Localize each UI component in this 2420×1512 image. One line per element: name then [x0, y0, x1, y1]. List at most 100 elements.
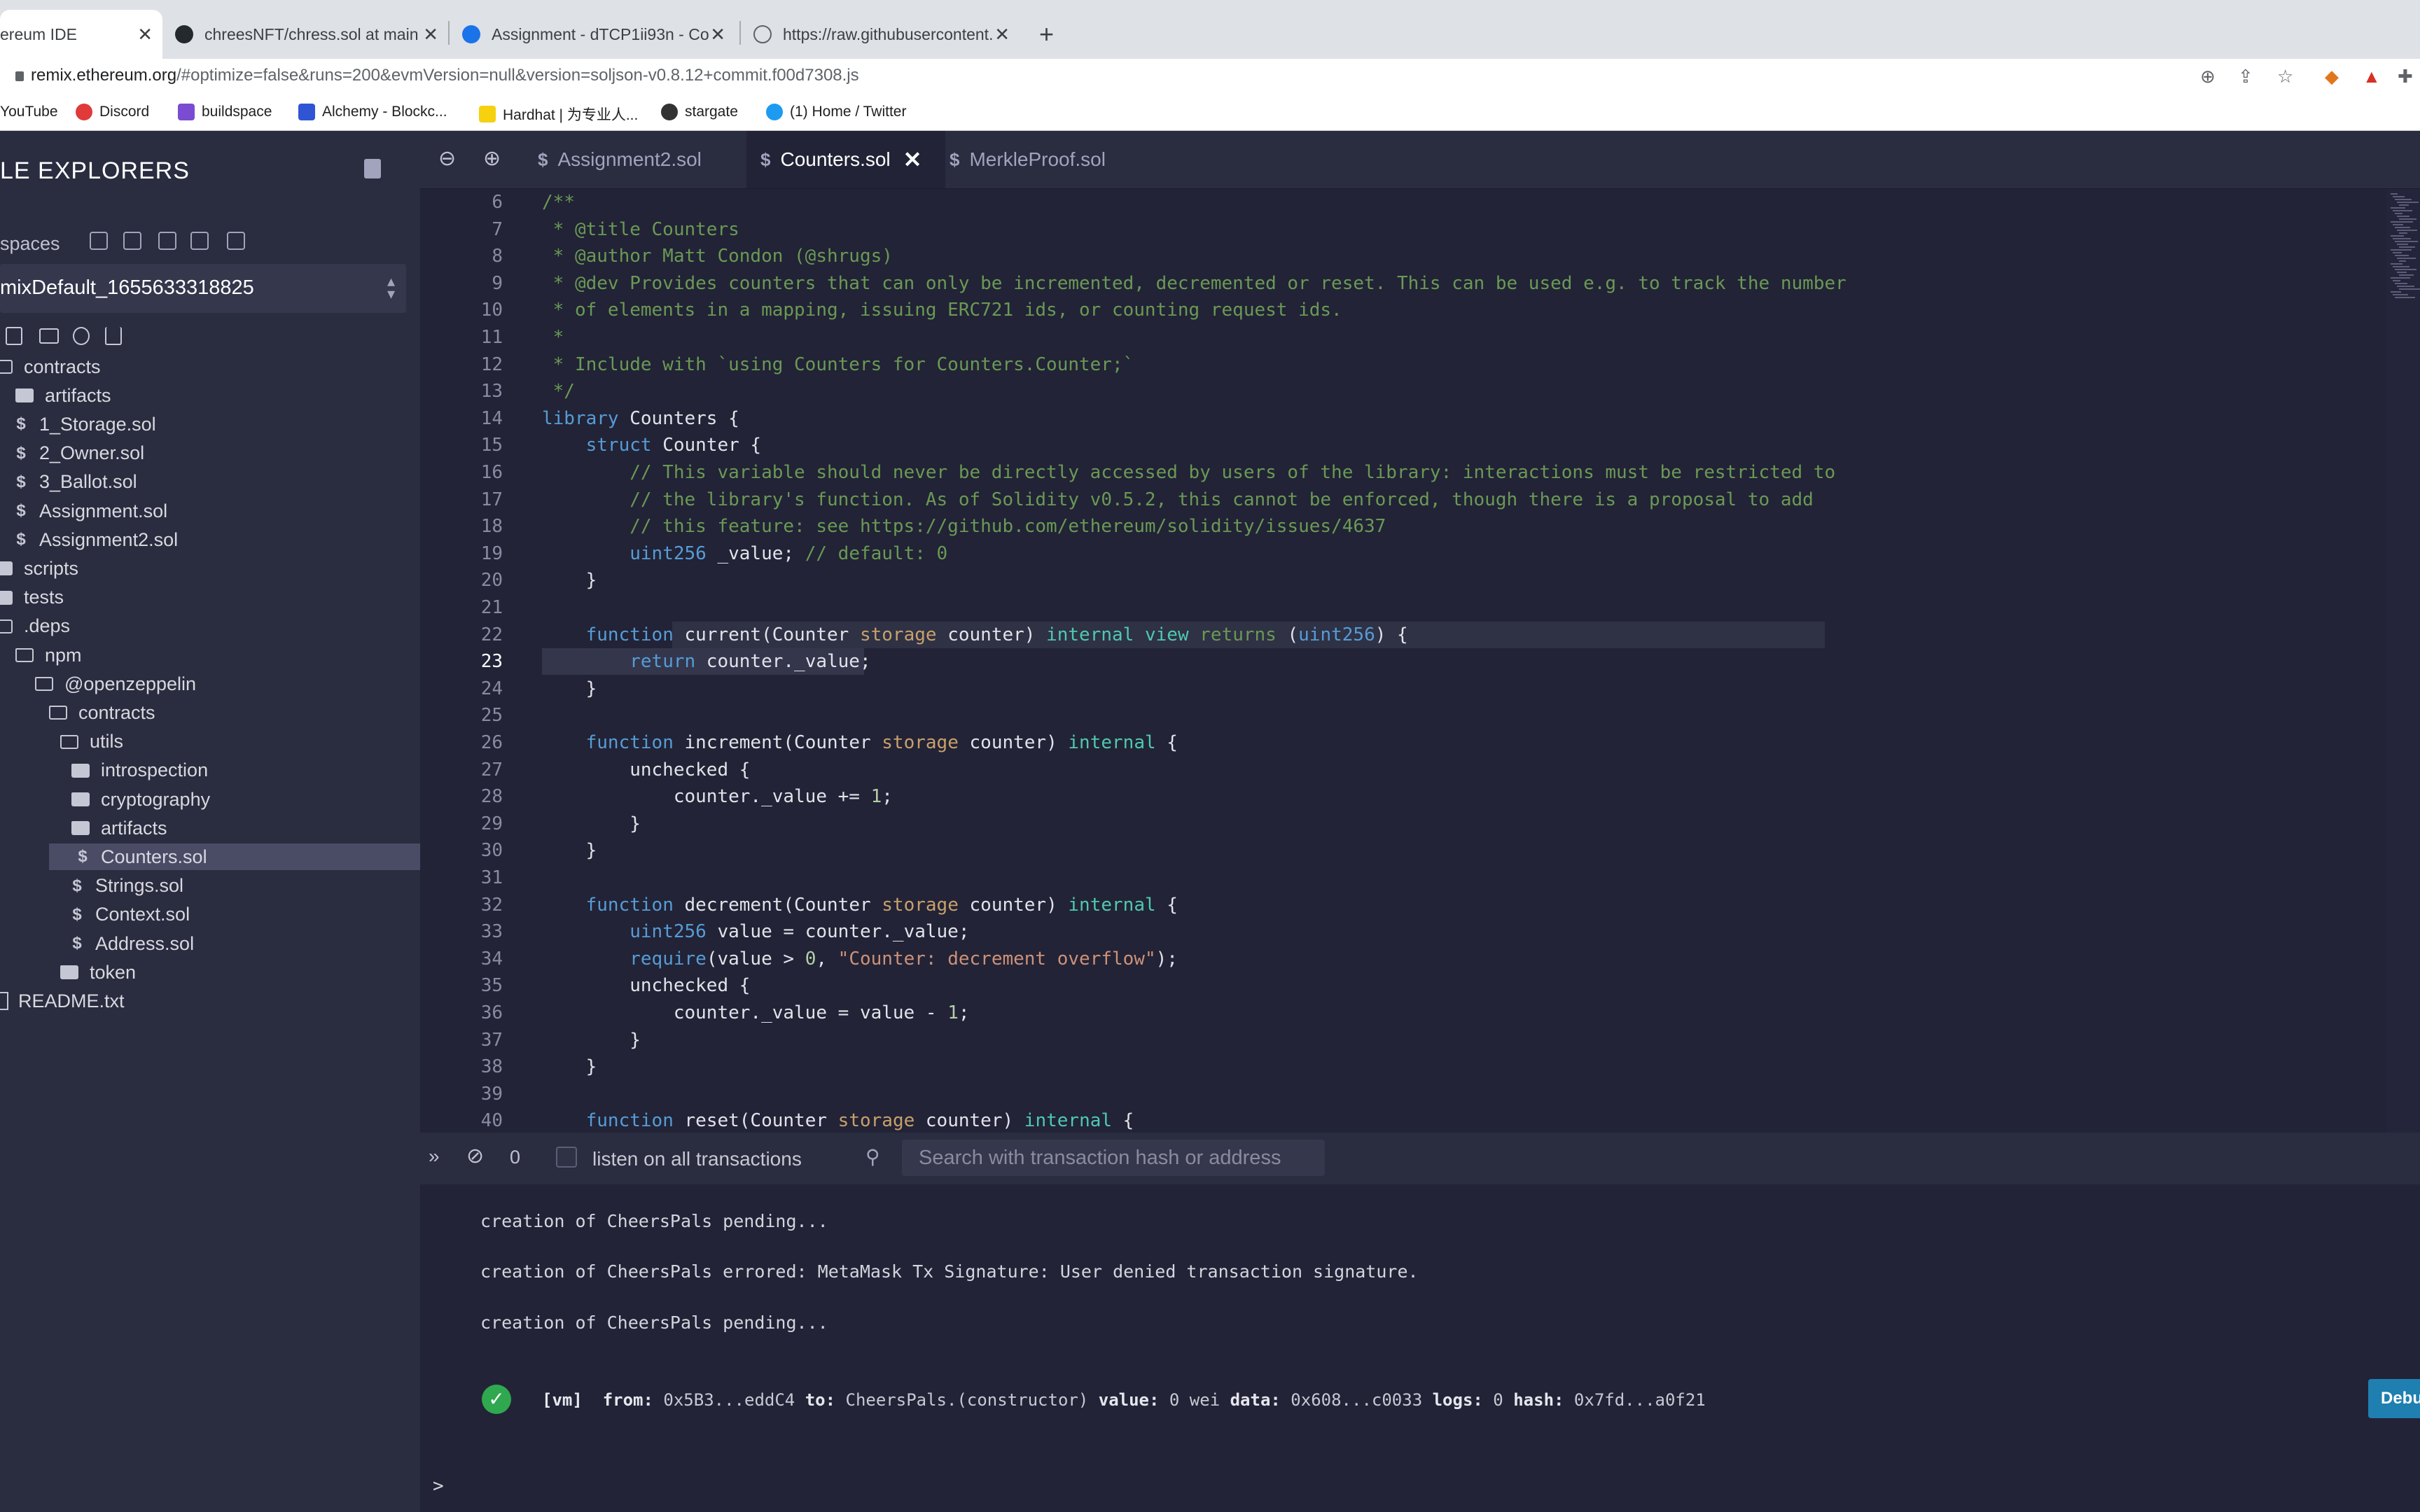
- panel-title: LE EXPLORERS: [0, 158, 190, 184]
- tree-item-1-storage-sol[interactable]: $1_Storage.sol: [15, 411, 155, 438]
- tree-item-address-sol[interactable]: $ Address.sol: [71, 930, 194, 957]
- code-line: uint256 value = counter._value;: [542, 921, 969, 942]
- zoom-out-icon[interactable]: ⊖: [438, 146, 456, 171]
- zoom-in-icon[interactable]: ⊕: [483, 146, 501, 171]
- rename-workspace-icon[interactable]: [123, 232, 141, 250]
- code-token: 1: [947, 1002, 959, 1023]
- minimap-line: [2393, 224, 2403, 225]
- bookmark-discord[interactable]: Discord: [76, 104, 149, 120]
- tree-item-context-sol[interactable]: $ Context.sol: [71, 902, 190, 928]
- minimap-line: [2399, 246, 2415, 248]
- close-icon[interactable]: ✕: [137, 24, 153, 46]
- bookmark-alchemy[interactable]: Alchemy - Blockc...: [298, 104, 447, 120]
- tree-item-artifacts[interactable]: artifacts: [15, 382, 111, 409]
- code-editor[interactable]: 6 /** 7 * @title Counters 8 * @author Matt …: [420, 189, 2420, 1133]
- tree-item-2-owner-sol[interactable]: $2_Owner.sol: [15, 440, 144, 467]
- buildspace-icon: [178, 104, 195, 120]
- code-token: (value >: [706, 948, 805, 969]
- browser-tab-raw-github[interactable]: https://raw.githubusercontent. ✕: [753, 10, 1020, 59]
- tab-merkleproof-sol[interactable]: $ MerkleProof.sol: [945, 131, 1160, 188]
- bookmark-twitter[interactable]: (1) Home / Twitter: [766, 104, 906, 120]
- share-icon[interactable]: ⇪: [2238, 66, 2253, 88]
- create-workspace-icon[interactable]: [90, 232, 108, 250]
- new-tab-button[interactable]: +: [1039, 10, 1081, 59]
- puzzle-icon[interactable]: ✚: [2398, 66, 2413, 88]
- browser-tab-classroom[interactable]: Assignment - dTCP1ii93n - Co ✕: [462, 10, 735, 59]
- docs-icon[interactable]: [364, 159, 381, 178]
- download-workspace-icon[interactable]: [190, 232, 209, 250]
- tree-item-assignment-sol[interactable]: $ Assignment.sol: [15, 498, 167, 524]
- debug-button[interactable]: Debug: [2368, 1379, 2420, 1418]
- new-file-icon[interactable]: [6, 327, 22, 345]
- metamask-icon[interactable]: ◆: [2325, 66, 2339, 88]
- github-gist-icon[interactable]: [73, 327, 90, 345]
- code-line: function current(Counter storage counter…: [542, 624, 1408, 645]
- extension-icon-red[interactable]: ▲: [2363, 66, 2381, 88]
- tree-item-utils[interactable]: utils: [60, 729, 123, 755]
- tree-item-token[interactable]: token: [60, 959, 136, 986]
- close-icon[interactable]: ✕: [423, 24, 438, 46]
- console-prompt[interactable]: >: [433, 1476, 444, 1497]
- tree-item-openzeppelin[interactable]: @openzeppelin: [35, 671, 196, 697]
- tree-item-introspection[interactable]: introspection: [71, 757, 208, 784]
- code-token: /**: [542, 192, 575, 213]
- tree-item-assignment2-sol[interactable]: $ Assignment2.sol: [15, 526, 178, 553]
- tree-item-npm[interactable]: npm: [15, 642, 82, 668]
- close-icon[interactable]: ✕: [994, 24, 1010, 46]
- tree-item-strings-sol[interactable]: $ Strings.sol: [71, 873, 183, 899]
- workspace-select[interactable]: mixDefault_1655633318825 ▴ ▾: [0, 264, 406, 313]
- tree-item-scripts[interactable]: scripts: [0, 555, 78, 582]
- tree-item-cryptography[interactable]: cryptography: [71, 786, 210, 813]
- bookmark-youtube[interactable]: YouTube: [0, 104, 58, 120]
- bookmark-hardhat[interactable]: Hardhat | 为专业人...: [479, 104, 638, 125]
- line-number: 38: [480, 1056, 503, 1078]
- zoom-icon[interactable]: ⊕: [2200, 66, 2216, 88]
- tree-item-contracts[interactable]: contracts: [0, 354, 101, 380]
- tree-item-label: Address.sol: [95, 932, 195, 954]
- folder-open-icon: [60, 734, 78, 749]
- clear-console-icon[interactable]: ⊘: [466, 1144, 484, 1168]
- restore-workspace-icon[interactable]: [227, 232, 245, 250]
- collapse-terminal-icon[interactable]: »: [429, 1145, 440, 1168]
- tx-field-value: 0x608...c0033: [1280, 1390, 1433, 1410]
- tab-assignment2-sol[interactable]: $ Assignment2.sol: [536, 131, 748, 188]
- tree-item-readme-txt[interactable]: README.txt: [0, 988, 125, 1014]
- tx-search-input[interactable]: [919, 1140, 1318, 1176]
- tx-log-line[interactable]: [vm] from: 0x5B3...eddC4 to: CheersPals.…: [542, 1390, 1706, 1410]
- bookmark-stargate[interactable]: stargate: [661, 104, 738, 120]
- tree-item-label: utils: [90, 731, 124, 752]
- tree-item-contracts[interactable]: contracts: [49, 699, 155, 726]
- tab-counters-sol[interactable]: $ Counters.sol ✕: [746, 131, 945, 188]
- tx-field-label: [vm]: [542, 1390, 583, 1410]
- folder-icon: [0, 590, 13, 605]
- tree-item-label: artifacts: [101, 817, 167, 839]
- code-token: counter): [936, 624, 1047, 645]
- tree-item-artifacts[interactable]: artifacts: [71, 815, 167, 841]
- new-folder-icon[interactable]: [39, 328, 59, 344]
- close-icon[interactable]: ✕: [710, 24, 725, 46]
- tree-item-counters-sol[interactable]: $ Counters.sol: [49, 844, 437, 871]
- line-number: 28: [480, 786, 503, 808]
- minimap[interactable]: [2386, 189, 2420, 1133]
- terminal-output: creation of CheersPals pending... creati…: [420, 1184, 2420, 1512]
- url-field[interactable]: remix.ethereum.org/#optimize=false&runs=…: [15, 66, 859, 85]
- globe-icon: [753, 25, 772, 43]
- tree-item-3-ballot-sol[interactable]: $3_Ballot.sol: [15, 469, 137, 496]
- twitter-icon: [766, 104, 783, 120]
- upload-icon[interactable]: [105, 327, 122, 345]
- solidity-file-icon: $: [72, 904, 82, 924]
- code-token: ) {: [1375, 624, 1408, 645]
- tree-item-tests[interactable]: tests: [0, 584, 64, 611]
- bookmark-buildspace[interactable]: buildspace: [178, 104, 272, 120]
- code-token: increment(Counter: [673, 732, 882, 753]
- browser-tab-remix[interactable]: ereum IDE ✕: [0, 10, 162, 59]
- code-token: * Include with `using Counters for Count…: [542, 354, 1134, 375]
- star-icon[interactable]: ☆: [2277, 66, 2293, 88]
- browser-tab-github[interactable]: chreesNFT/chress.sol at main ✕: [175, 10, 448, 59]
- tree-item-deps[interactable]: .deps: [0, 613, 70, 640]
- delete-workspace-icon[interactable]: [158, 232, 176, 250]
- close-icon[interactable]: ✕: [903, 146, 922, 173]
- listen-checkbox[interactable]: [556, 1147, 577, 1168]
